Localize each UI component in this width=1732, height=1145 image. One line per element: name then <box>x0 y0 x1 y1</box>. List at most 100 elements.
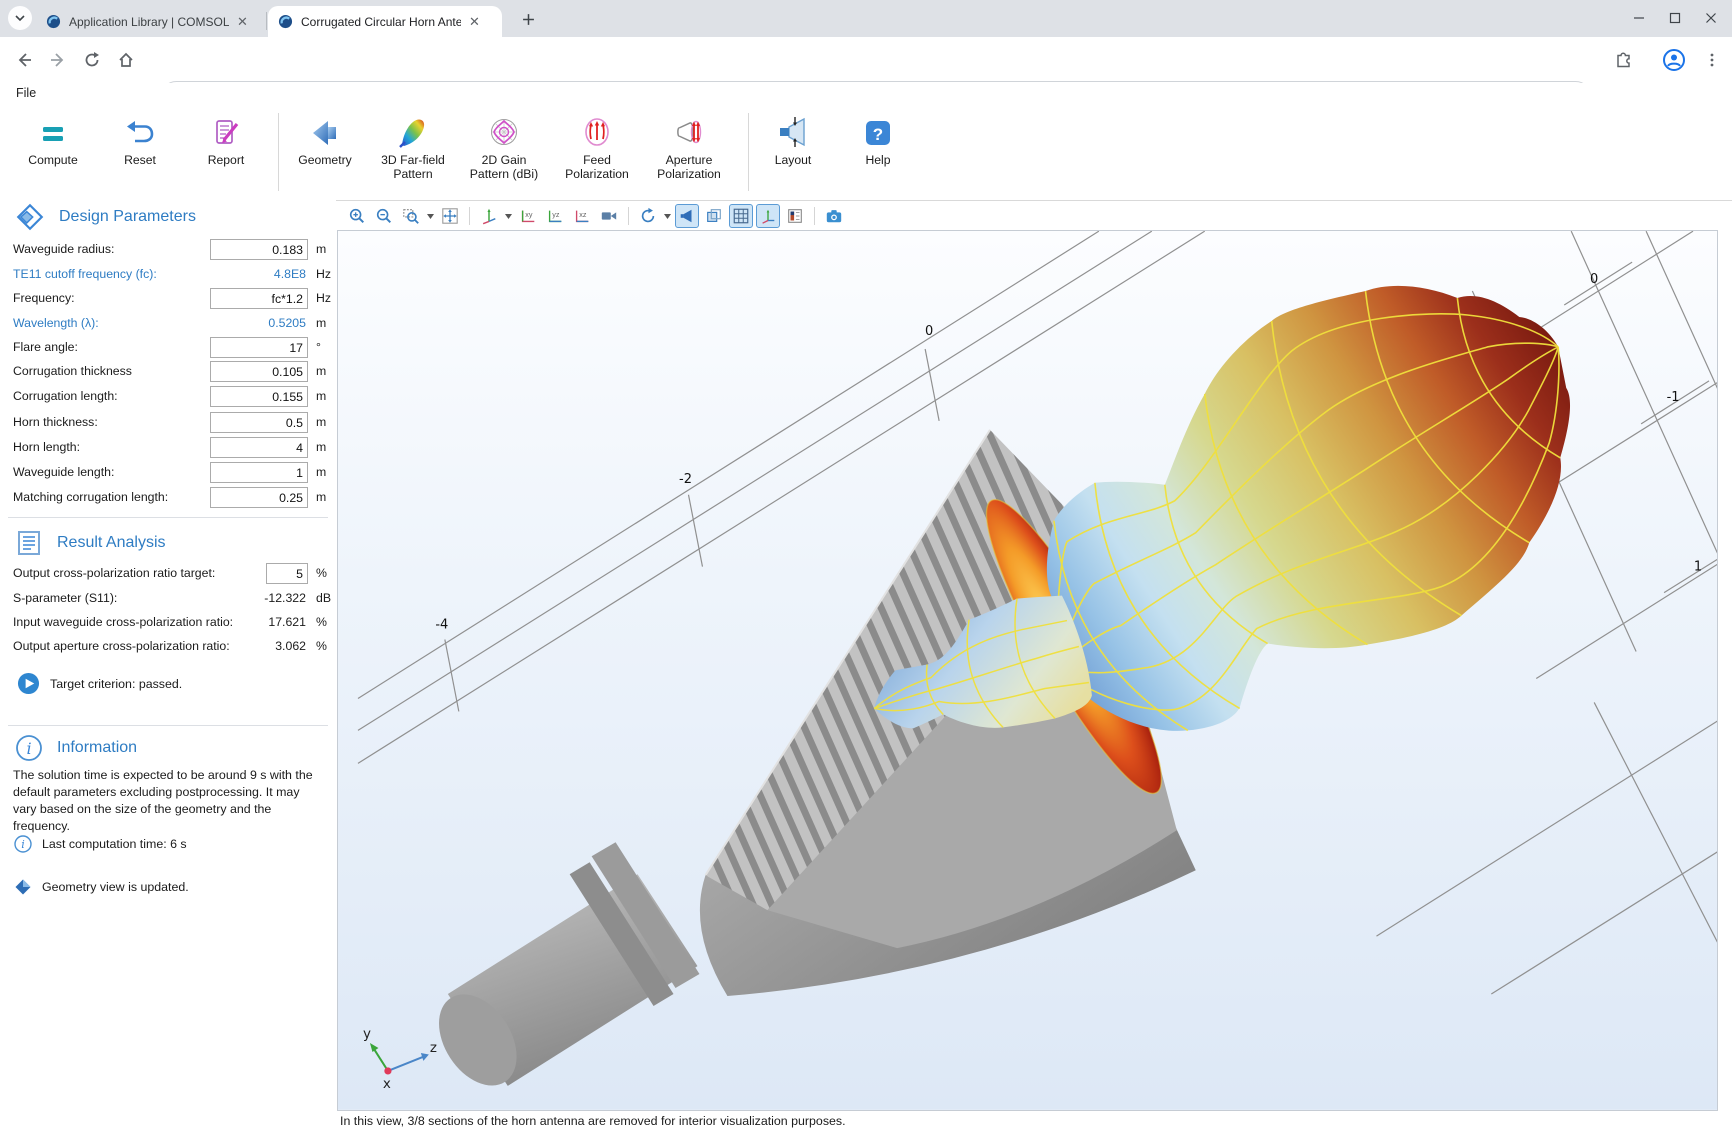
gain-pattern-2d-icon <box>486 112 522 154</box>
new-tab-button[interactable] <box>516 7 540 31</box>
feed-polarization-button[interactable]: Feed Polarization <box>551 112 643 181</box>
reload-button[interactable] <box>80 48 104 72</box>
layout-button[interactable]: Layout <box>757 112 829 168</box>
back-button[interactable] <box>12 48 36 72</box>
settings-panel: Design Parameters Waveguide radius: m TE… <box>0 200 336 1145</box>
param-unit: m <box>316 364 326 378</box>
result-row: S-parameter (S11): -12.322 dB <box>0 588 336 610</box>
forward-button[interactable] <box>46 48 70 72</box>
horn-thickness-input[interactable] <box>210 412 308 433</box>
maximize-button[interactable] <box>1658 6 1692 30</box>
play-icon <box>17 672 40 695</box>
home-icon <box>117 51 135 69</box>
button-label: 3D Far-field <box>381 154 445 168</box>
tab-search-button[interactable] <box>8 6 32 30</box>
home-button[interactable] <box>114 48 138 72</box>
reload-icon <box>83 51 101 69</box>
result-label: Output aperture cross-polarization ratio… <box>13 639 230 653</box>
rotate-icon[interactable] <box>636 204 660 228</box>
tab-close-icon[interactable]: ✕ <box>469 15 480 28</box>
param-unit: Hz <box>316 291 331 305</box>
param-label: Corrugation length: <box>13 389 118 403</box>
minimize-button[interactable] <box>1622 6 1656 30</box>
waveguide-length-input[interactable] <box>210 462 308 483</box>
param-unit: m <box>316 242 326 256</box>
axes-toggle-icon[interactable] <box>756 204 780 228</box>
geometry-status-row: Geometry view is updated. <box>14 878 189 896</box>
grid-toggle-icon[interactable] <box>729 204 753 228</box>
snapshot-camera-icon[interactable] <box>822 204 846 228</box>
geometry-button[interactable]: Geometry <box>285 112 365 168</box>
frequency-input[interactable] <box>210 288 308 309</box>
param-row: Waveguide radius: m <box>0 239 336 261</box>
section-title: Design Parameters <box>59 208 196 226</box>
view-xz-icon[interactable]: xz <box>570 204 594 228</box>
tab-close-icon[interactable]: ✕ <box>237 15 248 28</box>
result-row: Input waveguide cross-polarization ratio… <box>0 612 336 634</box>
corrugation-length-input[interactable] <box>210 386 308 407</box>
info-small-icon: i <box>14 835 32 853</box>
cross-pol-target-input[interactable] <box>266 563 308 584</box>
result-label: S-parameter (S11): <box>13 591 117 605</box>
triad-x-label: x <box>383 1076 391 1092</box>
button-label: Layout <box>775 154 812 168</box>
scene-lighting-toggle-icon[interactable] <box>675 204 699 228</box>
dropdown-caret-icon[interactable] <box>426 205 435 227</box>
param-row: Wavelength (λ): 0.5205 m <box>0 313 336 335</box>
graphics-canvas[interactable]: 0 -2 -4 0 -1 1 y z x <box>337 230 1718 1111</box>
gain-pattern-2d-button[interactable]: 2D Gain Pattern (dBi) <box>458 112 550 181</box>
close-button[interactable] <box>1694 6 1728 30</box>
compute-button[interactable]: Compute <box>17 112 89 168</box>
perspective-icon[interactable] <box>597 204 621 228</box>
param-unit: m <box>316 389 326 403</box>
browser-menu-button[interactable] <box>1700 48 1724 72</box>
waveguide-radius-input[interactable] <box>210 239 308 260</box>
view-xy-icon[interactable]: xy <box>516 204 540 228</box>
file-menu[interactable]: File <box>16 86 36 100</box>
triad-y-label: y <box>363 1026 371 1042</box>
aperture-polarization-button[interactable]: Aperture Polarization <box>643 112 735 181</box>
dropdown-caret-icon[interactable] <box>504 205 513 227</box>
horn-length-input[interactable] <box>210 437 308 458</box>
zoom-box-icon[interactable] <box>399 204 423 228</box>
report-button[interactable]: Report <box>190 112 262 168</box>
transparency-icon[interactable] <box>702 204 726 228</box>
dropdown-caret-icon[interactable] <box>663 205 672 227</box>
view-caption: In this view, 3/8 sections of the horn a… <box>340 1114 846 1128</box>
view-yz-icon[interactable]: yz <box>543 204 567 228</box>
geometry-horn-icon <box>307 112 343 154</box>
result-unit: % <box>316 615 327 629</box>
matching-corrugation-length-input[interactable] <box>210 487 308 508</box>
section-title: Result Analysis <box>57 534 166 552</box>
button-label: Geometry <box>298 154 352 168</box>
button-label: Pattern (dBi) <box>470 168 538 182</box>
information-icon: i <box>15 734 43 762</box>
information-header: i Information <box>15 734 137 762</box>
reset-button[interactable]: Reset <box>104 112 176 168</box>
color-legend-toggle-icon[interactable] <box>783 204 807 228</box>
corrugation-thickness-input[interactable] <box>210 361 308 382</box>
profile-button[interactable] <box>1662 48 1686 72</box>
extensions-button[interactable] <box>1612 48 1636 72</box>
tab-application-library[interactable]: Application Library | COMSOL S ✕ <box>36 6 264 37</box>
information-note: The solution time is expected to be arou… <box>13 767 325 835</box>
result-label: Input waveguide cross-polarization ratio… <box>13 615 233 629</box>
svg-text:?: ? <box>873 125 883 144</box>
param-row: Waveguide length: m <box>0 462 336 484</box>
svg-text:xy: xy <box>525 210 533 219</box>
view-orientation-icon[interactable] <box>477 204 501 228</box>
flare-angle-input[interactable] <box>210 337 308 358</box>
tab-horn-antenna[interactable]: Corrugated Circular Horn Anten ✕ <box>268 6 502 37</box>
zoom-extents-icon[interactable] <box>438 204 462 228</box>
zoom-in-icon[interactable] <box>345 204 369 228</box>
triad-z-label: z <box>430 1040 437 1056</box>
axis-label: 0 <box>925 324 933 339</box>
tab-divider <box>266 12 267 30</box>
result-label: Output cross-polarization ratio target: <box>13 566 215 580</box>
param-unit: m <box>316 440 326 454</box>
help-button[interactable]: ? Help <box>842 112 914 168</box>
zoom-out-icon[interactable] <box>372 204 396 228</box>
x-axis-dot <box>384 1067 391 1074</box>
profile-icon <box>1662 48 1686 72</box>
far-field-3d-button[interactable]: 3D Far-field Pattern <box>369 112 457 181</box>
